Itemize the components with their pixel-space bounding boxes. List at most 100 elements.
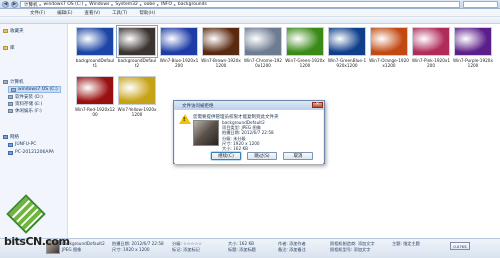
file-name-label[interactable]: backgroundDefault1 <box>75 58 115 68</box>
file-name-label[interactable]: Win7-Purple-1920x1200 <box>453 58 493 68</box>
file-name-label[interactable]: Win7-Orange-1920x1200 <box>369 58 409 68</box>
menu-item[interactable]: 编辑(E) <box>57 10 72 16</box>
dialog-title: 文件访问被拒绝 <box>174 101 324 110</box>
breadcrumb-item[interactable]: INFO <box>161 2 172 7</box>
breadcrumb-item[interactable]: oobe <box>144 2 155 7</box>
file-thumbnail[interactable] <box>118 76 156 105</box>
file-name-label[interactable]: Win7-Brown-1920x1200 <box>201 58 241 68</box>
sidebar-item-label: 休闲娱乐 (F:) <box>15 109 42 114</box>
menu-bar: 文件(F) 编辑(E) 查看(V) 工具(T) 帮助(H) <box>0 9 500 17</box>
details-size: 大小: 162 KB <box>228 241 255 246</box>
close-icon[interactable]: ✕ <box>312 102 323 108</box>
sidebar-item-label: 计算机 <box>10 80 24 85</box>
file-name-label[interactable]: Win7-Green-1920x1200 <box>285 58 325 68</box>
file-name-label[interactable]: Win7-GreenBlue-1920x1200 <box>327 58 367 68</box>
status-mini-button[interactable]: 0.07KS <box>450 242 470 250</box>
file-name-label[interactable]: backgroundDefault2 <box>117 58 157 68</box>
sidebar-item[interactable]: 网络 <box>3 134 19 140</box>
sidebar-item-label: 收藏夹 <box>10 29 24 34</box>
breadcrumb[interactable]: 计算机 ▸ windows7 OS (C:) ▸ Windows ▸ System32 ▸ oo… <box>20 1 460 8</box>
address-bar: ◀ ▶ 计算机 ▸ windows7 OS (C:) ▸ Windows ▸ System3… <box>0 0 500 9</box>
details-author[interactable]: 作者: 添加作者 <box>278 241 306 246</box>
network-icon <box>3 135 8 139</box>
file-thumbnail[interactable] <box>76 76 114 105</box>
sidebar-item[interactable]: 收藏夹 <box>3 28 24 34</box>
detail-date: 拍摄日期: 2012/6/7 22:58 <box>222 130 274 136</box>
logo-icon <box>6 194 46 234</box>
breadcrumb-item[interactable]: windows7 OS (C:) <box>44 2 84 7</box>
file-thumbnail[interactable] <box>116 25 158 58</box>
sidebar-item-label: 库 <box>10 46 15 51</box>
continue-button[interactable]: 继续(C) <box>211 152 241 160</box>
sidebar-item[interactable]: JUNFU-PC <box>8 142 36 147</box>
file-name-label[interactable]: Win7-Chrome-1920x1200 <box>243 58 283 68</box>
sidebar-item[interactable]: 库 <box>3 45 15 51</box>
breadcrumb-item[interactable]: 计算机 <box>24 2 38 8</box>
crumb-separator-icon[interactable]: ▸ <box>157 2 159 7</box>
menu-item[interactable]: 工具(T) <box>112 10 127 16</box>
file-thumbnail[interactable] <box>454 27 492 56</box>
crumb-separator-icon[interactable]: ▸ <box>85 2 87 7</box>
sidebar-item-label: windows7 OS (C:) <box>18 87 58 92</box>
menu-item[interactable]: 查看(V) <box>84 10 100 16</box>
file-thumbnail[interactable] <box>244 27 282 56</box>
details-camera-model[interactable]: 照相机型号: 添加文字 <box>330 247 370 252</box>
sidebar-item-label: JUNFU-PC <box>15 142 37 147</box>
drive-icon <box>8 109 13 113</box>
file-thumbnail[interactable] <box>328 27 366 56</box>
crumb-separator-icon[interactable]: ▸ <box>140 2 142 7</box>
breadcrumb-item[interactable]: backgrounds <box>178 2 207 7</box>
drive-icon <box>8 95 13 99</box>
file-name-label[interactable]: Win7-Blue-1920x1200 <box>159 58 199 68</box>
drive-icon <box>8 102 13 106</box>
details-subject[interactable]: 主题: 指定主题 <box>392 241 420 246</box>
details-title[interactable]: 标题: 添加标题 <box>228 247 256 252</box>
sidebar-item[interactable]: 休闲娱乐 (F:) <box>8 108 42 114</box>
sidebar-item-label: 软件安装 (D:) <box>15 95 43 100</box>
detail-size: 大小: 162 KB <box>222 146 249 152</box>
file-name-label[interactable]: Win7-Pink-1920x1200 <box>411 58 451 68</box>
file-name-label[interactable]: Win7-Yellow-1920x1200 <box>117 107 157 117</box>
crumb-separator-icon[interactable]: ▸ <box>111 2 113 7</box>
details-camera-maker[interactable]: 照相机制造商: 添加文字 <box>330 241 375 246</box>
sidebar-item[interactable]: 资料存储 (E:) <box>8 101 42 107</box>
drive-icon <box>3 80 8 84</box>
file-thumbnail[interactable] <box>370 27 408 56</box>
network-icon <box>8 150 13 155</box>
search-input[interactable] <box>463 1 498 8</box>
skip-button[interactable]: 跳过(S) <box>247 152 277 160</box>
file-thumbnail[interactable] <box>202 27 240 56</box>
crumb-separator-icon[interactable]: ▸ <box>40 2 42 7</box>
file-thumbnail[interactable] <box>412 27 450 56</box>
breadcrumb-item[interactable]: Windows <box>89 2 109 7</box>
forward-arrow-icon[interactable]: ▶ <box>11 1 18 8</box>
warning-exclamation: ! <box>183 117 186 123</box>
command-bar <box>0 17 500 24</box>
sidebar-item[interactable]: PC-20121206APA <box>8 150 54 155</box>
details-pane: backgroundDefault2 JPEG 图像 拍摄日期: 2012/6/… <box>0 238 500 258</box>
sidebar-item-label: 资料存储 (E:) <box>15 102 43 107</box>
watermark-text: bitsCN.com <box>4 235 70 248</box>
back-arrow-icon[interactable]: ◀ <box>2 1 9 8</box>
file-access-denied-dialog: 文件访问被拒绝 ✕ ! 您需要提供管理员权限才能复制到此文件夹 backgrou… <box>173 100 325 164</box>
file-thumbnail[interactable] <box>286 27 324 56</box>
sidebar-item[interactable]: 软件安装 (D:) <box>8 94 43 100</box>
file-thumbnail[interactable] <box>160 27 198 56</box>
menu-item[interactable]: 文件(F) <box>30 10 45 16</box>
sidebar-item[interactable]: windows7 OS (C:) <box>8 86 61 93</box>
crumb-separator-icon[interactable]: ▸ <box>174 2 176 7</box>
file-preview-image <box>193 120 219 146</box>
details-tag[interactable]: 标记: 添加标记 <box>172 247 200 252</box>
details-rating[interactable]: 分级: ☆☆☆☆☆ <box>172 241 202 246</box>
file-details: backgroundDefault2 项目类型: JPEG 图像 拍摄日期: 2… <box>222 120 274 151</box>
menu-item[interactable]: 帮助(H) <box>139 10 155 16</box>
watermark-logo: bitsCN.com <box>2 194 70 258</box>
file-name-label[interactable]: Win7-Red-1920x1200 <box>75 107 115 117</box>
details-comment[interactable]: 备注: 添加备注 <box>278 247 306 252</box>
file-thumbnail[interactable] <box>76 27 114 56</box>
breadcrumb-item[interactable]: System32 <box>115 2 138 7</box>
sidebar-item-label: PC-20121206APA <box>15 150 54 155</box>
cancel-button[interactable]: 取消 <box>283 152 313 160</box>
sidebar-item[interactable]: 计算机 <box>3 79 24 85</box>
details-dimensions: 尺寸: 1920 x 1200 <box>112 247 150 252</box>
